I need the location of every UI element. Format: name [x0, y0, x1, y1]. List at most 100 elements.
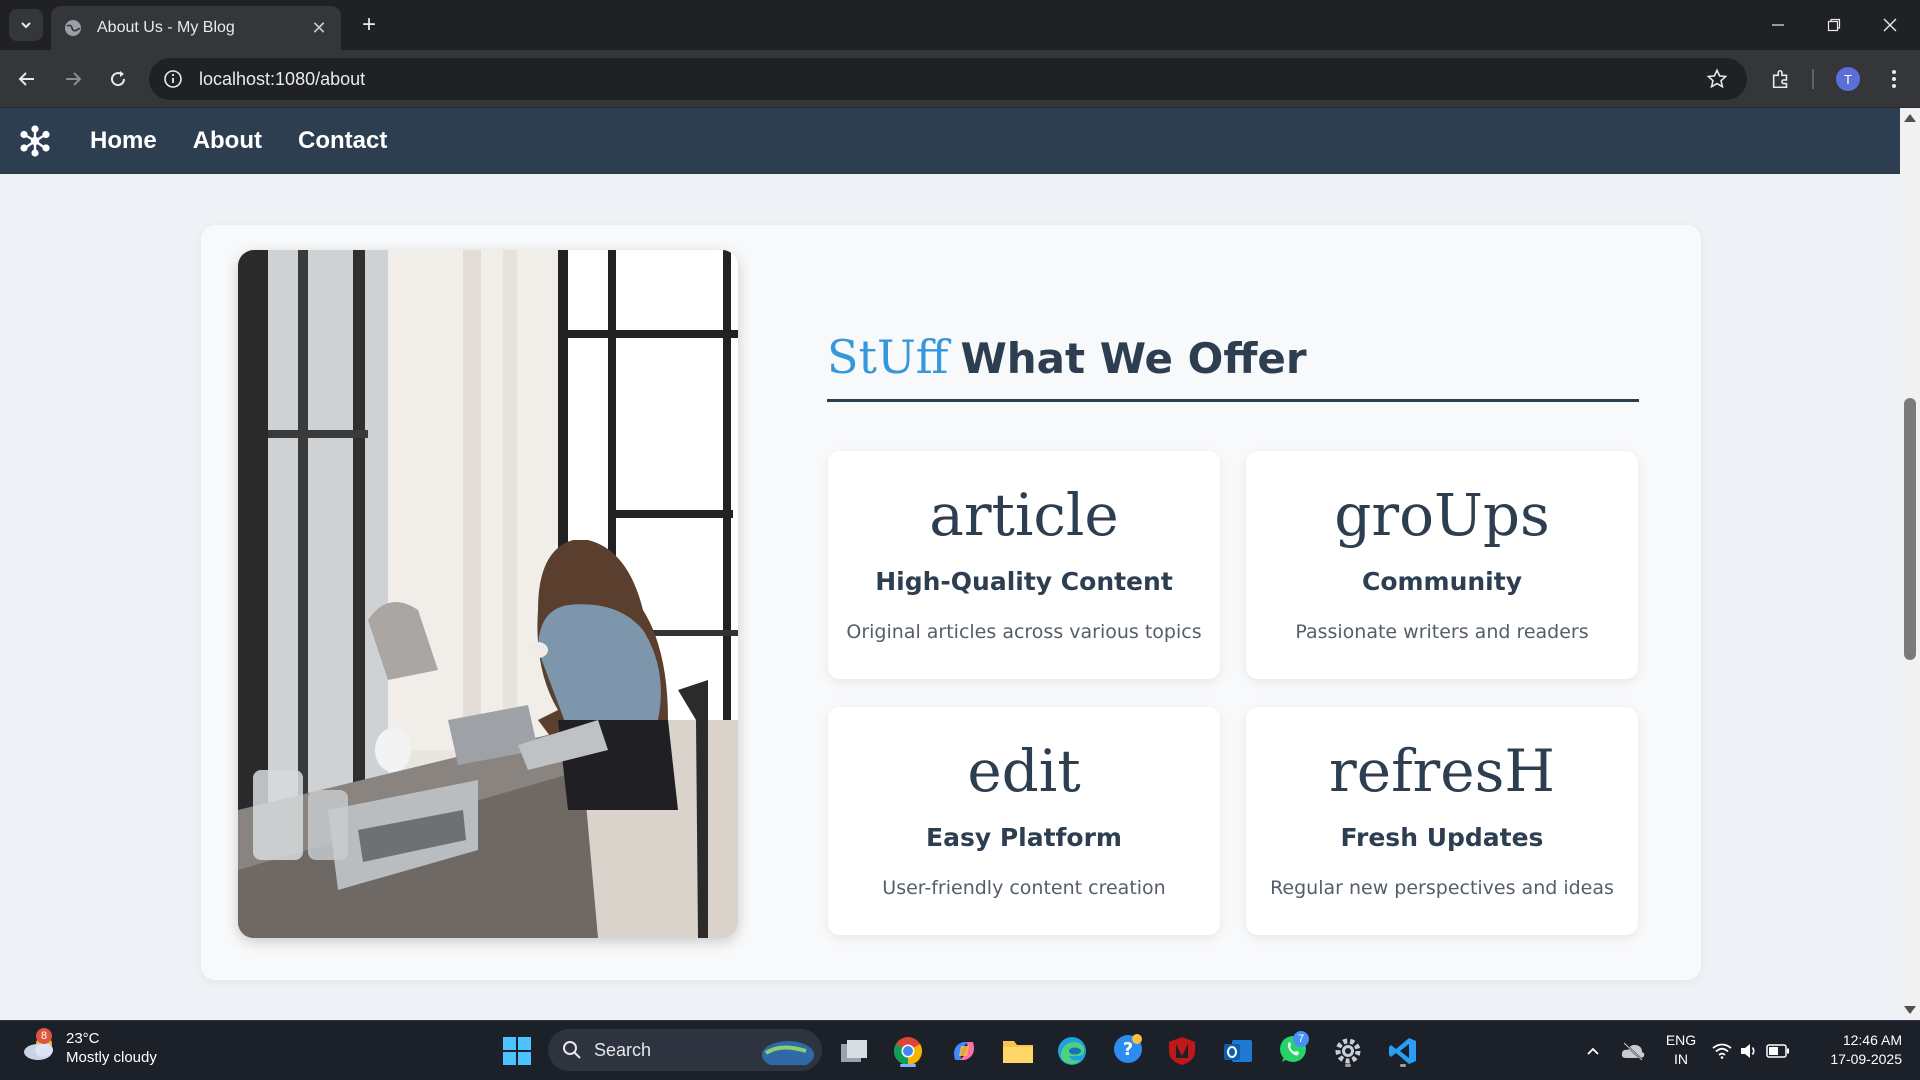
whatsapp-taskbar-button[interactable]: 7 [1273, 1030, 1313, 1071]
browser-titlebar: About Us - My Blog ✕ + [0, 0, 1920, 50]
tab-search-button[interactable] [9, 9, 43, 41]
feature-title: Easy Platform [926, 823, 1122, 852]
scroll-down-arrow-icon[interactable] [1904, 1006, 1916, 1014]
feature-title: High-Quality Content [875, 567, 1173, 596]
tab-title: About Us - My Blog [97, 19, 235, 36]
extensions-button[interactable] [1765, 63, 1797, 95]
puzzle-icon [1772, 69, 1788, 89]
nav-contact-link[interactable]: Contact [298, 127, 387, 155]
feature-description: Passionate writers and readers [1295, 621, 1589, 643]
weather-widget[interactable]: 8 23°C Mostly cloudy [22, 1028, 157, 1067]
battery-icon [1766, 1044, 1789, 1058]
outlook-icon [1224, 1040, 1252, 1062]
what-we-offer-section: StUff What We Offer article High-Quality… [201, 225, 1701, 980]
address-bar[interactable]: localhost:1080/about [149, 58, 1747, 100]
help-icon: ? [1112, 1033, 1144, 1070]
weather-temp: 23°C [66, 1030, 100, 1047]
tab-close-icon[interactable]: ✕ [309, 18, 329, 39]
feature-card-platform: edit Easy Platform User-friendly content… [828, 707, 1220, 935]
browser-toolbar: localhost:1080/about [0, 50, 1920, 108]
task-view-button[interactable] [834, 1031, 874, 1071]
globe-highlight-icon [762, 1041, 814, 1065]
start-button[interactable] [497, 1031, 537, 1071]
whatsapp-badge: 7 [1293, 1030, 1309, 1047]
running-indicator [1345, 1064, 1351, 1067]
language-indicator[interactable]: ENG IN [1660, 1031, 1702, 1069]
language-code: ENG [1665, 1032, 1697, 1048]
taskbar-search[interactable]: Search [548, 1029, 822, 1071]
mcafee-taskbar-button[interactable] [1162, 1031, 1202, 1071]
weather-badge: 8 [36, 1028, 52, 1044]
profile-avatar[interactable]: T [1836, 67, 1860, 91]
wifi-icon [1712, 1043, 1732, 1059]
svg-text:?: ? [1123, 1039, 1133, 1060]
restore-icon [1827, 18, 1841, 32]
file-explorer-taskbar-button[interactable] [998, 1031, 1038, 1071]
task-view-icon [841, 1040, 867, 1062]
feature-title: Fresh Updates [1340, 823, 1544, 852]
article-icon: article [929, 481, 1119, 549]
bookmark-star-button[interactable] [1701, 63, 1733, 95]
shield-icon [1169, 1037, 1195, 1065]
close-icon [1883, 18, 1897, 32]
feature-card-updates: refresH Fresh Updates Regular new perspe… [1246, 707, 1638, 935]
chevron-down-icon [21, 22, 31, 29]
outlook-taskbar-button[interactable] [1218, 1031, 1258, 1071]
vscode-icon [1389, 1038, 1416, 1064]
page-viewport: Home About Contact StUff What We Offer a… [0, 108, 1900, 1020]
globe-icon [65, 20, 81, 36]
cloud-offline-icon [1621, 1042, 1645, 1061]
nav-home-link[interactable]: Home [90, 127, 157, 155]
site-navbar: Home About Contact [0, 108, 1900, 174]
minimize-icon [1772, 24, 1784, 26]
clock-date: 17-09-2025 [1830, 1051, 1902, 1067]
scrollbar-thumb[interactable] [1904, 398, 1916, 660]
edit-icon: edit [967, 737, 1081, 805]
nav-about-link[interactable]: About [193, 127, 262, 155]
star-icon [1706, 68, 1728, 89]
gear-icon [1335, 1038, 1361, 1064]
edge-taskbar-button[interactable] [1052, 1031, 1092, 1071]
copilot-taskbar-button[interactable] [944, 1031, 984, 1071]
back-button[interactable] [9, 61, 45, 97]
network-logo-icon[interactable] [18, 124, 52, 158]
folder-icon [1003, 1041, 1033, 1063]
copilot-icon [954, 1042, 974, 1060]
settings-taskbar-button[interactable] [1328, 1031, 1368, 1071]
onedrive-button[interactable] [1612, 1031, 1654, 1071]
arrow-left-icon [18, 72, 34, 86]
groups-icon: groUps [1334, 481, 1550, 549]
edge-icon [1058, 1037, 1086, 1065]
minimize-button[interactable] [1750, 0, 1806, 50]
help-taskbar-button[interactable]: ? [1108, 1031, 1148, 1071]
show-hidden-icons-button[interactable] [1572, 1031, 1614, 1071]
feature-title: Community [1361, 567, 1523, 596]
close-window-button[interactable] [1862, 0, 1918, 50]
clock[interactable]: 12:46 AM 17-09-2025 [1812, 1031, 1902, 1069]
menu-button[interactable] [1878, 63, 1910, 95]
browser-tab[interactable]: About Us - My Blog ✕ [51, 6, 341, 50]
refresh-icon: refresH [1329, 737, 1555, 805]
quick-settings-button[interactable] [1706, 1031, 1796, 1071]
new-tab-button[interactable]: + [354, 10, 384, 40]
toolbar-divider [1812, 69, 1814, 89]
windows-taskbar: 8 23°C Mostly cloudy Search ? 7 ENG IN 1… [0, 1020, 1920, 1080]
vscode-taskbar-button[interactable] [1383, 1031, 1423, 1071]
feature-description: Regular new perspectives and ideas [1270, 877, 1614, 899]
page-scrollbar[interactable] [1900, 108, 1920, 1020]
about-photo [238, 250, 738, 938]
chrome-taskbar-button[interactable] [888, 1031, 928, 1071]
feature-description: User-friendly content creation [882, 877, 1166, 899]
arrow-right-icon [66, 72, 82, 86]
section-heading: StUff What We Offer [827, 330, 1639, 402]
forward-button[interactable] [55, 61, 91, 97]
scroll-up-arrow-icon[interactable] [1904, 114, 1916, 122]
clock-time: 12:46 AM [1842, 1032, 1902, 1048]
woman-working-at-laptop-image [238, 250, 738, 938]
windows-logo-icon [503, 1037, 531, 1065]
kebab-menu-icon [1892, 70, 1896, 88]
restore-button[interactable] [1806, 0, 1862, 50]
reload-button[interactable] [100, 61, 136, 97]
weather-condition: Mostly cloudy [66, 1049, 157, 1066]
site-info-icon[interactable] [163, 69, 183, 89]
